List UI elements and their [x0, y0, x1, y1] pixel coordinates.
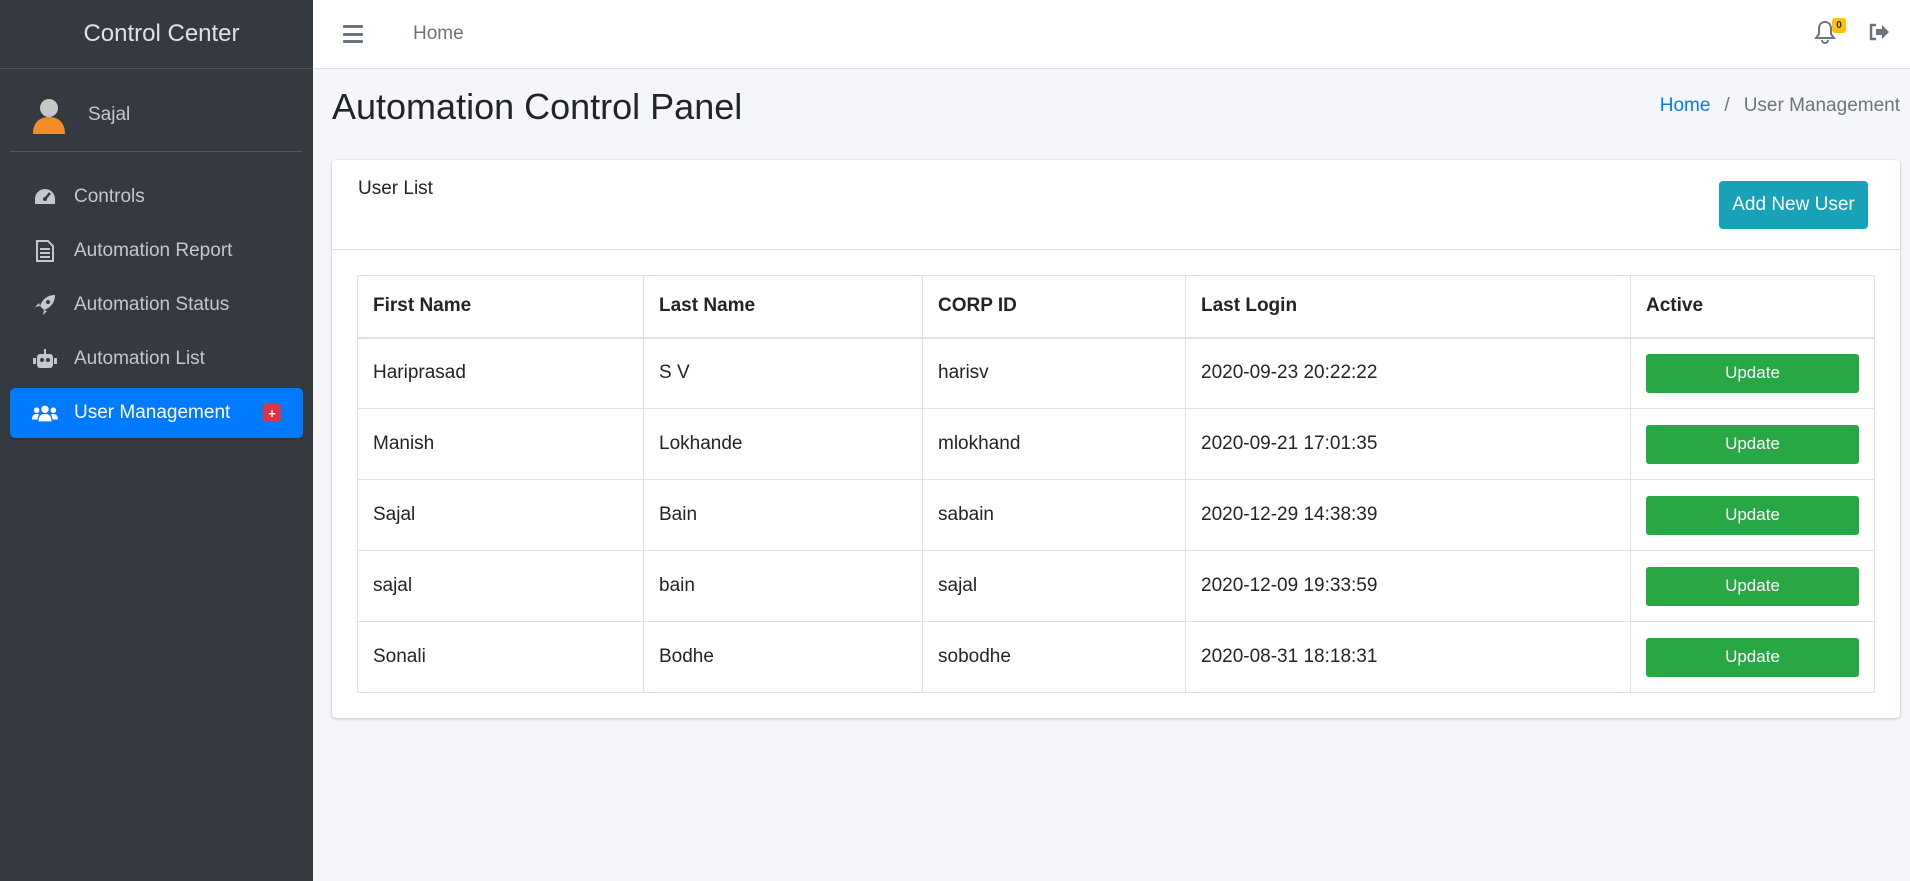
cell-corp-id: sabain	[922, 479, 1186, 551]
cell-active: Update	[1630, 479, 1875, 551]
card-title: User List	[358, 178, 433, 199]
users-icon	[32, 401, 58, 425]
tachometer-icon	[32, 185, 58, 209]
table-header-row: First Name Last Name CORP ID Last Login …	[357, 275, 1875, 339]
page-title: Automation Control Panel	[332, 86, 743, 127]
cell-corp-id: sobodhe	[922, 621, 1186, 693]
user-avatar-icon	[33, 98, 65, 134]
brand-text: Control Center	[83, 20, 240, 47]
table-row: Hariprasad S V harisv 2020-09-23 20:22:2…	[357, 337, 1875, 409]
update-button[interactable]: Update	[1646, 566, 1859, 606]
cell-last-login: 2020-09-21 17:01:35	[1185, 408, 1631, 480]
user-table: First Name Last Name CORP ID Last Login …	[357, 275, 1875, 693]
cell-active: Update	[1630, 337, 1875, 409]
top-navbar: Home 0	[313, 0, 1910, 69]
cell-first-name: Hariprasad	[357, 337, 644, 409]
cell-first-name: sajal	[357, 550, 644, 622]
cell-active: Update	[1630, 621, 1875, 693]
sidebar-item-label: User Management	[74, 402, 231, 423]
sidebar-item-label: Controls	[74, 186, 145, 207]
cell-last-name: bain	[643, 550, 923, 622]
cell-active: Update	[1630, 550, 1875, 622]
update-button[interactable]: Update	[1646, 353, 1859, 393]
cell-last-name: Bain	[643, 479, 923, 551]
cell-last-name: Bodhe	[643, 621, 923, 693]
column-header-first-name: First Name	[357, 275, 644, 339]
sidebar-item-label: Automation Status	[74, 294, 230, 315]
column-header-last-login: Last Login	[1185, 275, 1631, 339]
notification-count-badge: 0	[1832, 18, 1846, 33]
user-panel[interactable]: Sajal	[10, 78, 302, 152]
breadcrumb: Home / User Management	[1660, 95, 1900, 117]
cell-first-name: Manish	[357, 408, 644, 480]
cell-last-login: 2020-08-31 18:18:31	[1185, 621, 1631, 693]
rocket-icon	[32, 293, 58, 317]
cell-last-login: 2020-12-29 14:38:39	[1185, 479, 1631, 551]
update-button[interactable]: Update	[1646, 637, 1859, 677]
cell-corp-id: sajal	[922, 550, 1186, 622]
sidebar-item-user-management[interactable]: User Management +	[10, 388, 303, 438]
brand-link[interactable]: Control Center	[0, 0, 313, 69]
new-badge: +	[263, 404, 281, 422]
breadcrumb-home-link[interactable]: Home	[1660, 95, 1711, 117]
update-button[interactable]: Update	[1646, 495, 1859, 535]
logout-button[interactable]	[1868, 22, 1892, 46]
sidebar-nav: Controls Automation Report Automation St…	[10, 172, 303, 442]
sidebar-item-automation-status[interactable]: Automation Status	[10, 280, 303, 330]
sidebar-item-automation-list[interactable]: Automation List	[10, 334, 303, 384]
sidebar-item-controls[interactable]: Controls	[10, 172, 303, 222]
cell-active: Update	[1630, 408, 1875, 480]
column-header-active: Active	[1630, 275, 1875, 339]
cell-last-login: 2020-09-23 20:22:22	[1185, 337, 1631, 409]
sign-out-icon	[1869, 23, 1889, 41]
column-header-corp-id: CORP ID	[922, 275, 1186, 339]
cell-first-name: Sonali	[357, 621, 644, 693]
navbar-home-link[interactable]: Home	[413, 23, 464, 45]
user-name: Sajal	[88, 103, 131, 125]
sidebar-item-label: Automation List	[74, 348, 205, 369]
cell-last-login: 2020-12-09 19:33:59	[1185, 550, 1631, 622]
breadcrumb-current: User Management	[1743, 95, 1900, 116]
update-button[interactable]: Update	[1646, 424, 1859, 464]
card-header: User List Add New User	[332, 160, 1900, 250]
sidebar-item-label: Automation Report	[74, 240, 233, 261]
table-row: Sonali Bodhe sobodhe 2020-08-31 18:18:31…	[357, 621, 1875, 693]
file-icon	[32, 239, 58, 263]
notifications-button[interactable]: 0	[1814, 18, 1846, 48]
table-row: Manish Lokhande mlokhand 2020-09-21 17:0…	[357, 408, 1875, 480]
add-new-user-button[interactable]: Add New User	[1719, 181, 1868, 229]
robot-icon	[32, 347, 58, 371]
cell-last-name: S V	[643, 337, 923, 409]
sidebar-item-automation-report[interactable]: Automation Report	[10, 226, 303, 276]
table-row: sajal bain sajal 2020-12-09 19:33:59 Upd…	[357, 550, 1875, 622]
table-row: Sajal Bain sabain 2020-12-29 14:38:39 Up…	[357, 479, 1875, 551]
sidebar: Control Center Sajal Controls Automation…	[0, 0, 313, 881]
user-list-card: User List Add New User First Name Last N…	[332, 160, 1900, 718]
card-body: First Name Last Name CORP ID Last Login …	[332, 250, 1900, 718]
cell-corp-id: harisv	[922, 337, 1186, 409]
cell-first-name: Sajal	[357, 479, 644, 551]
cell-corp-id: mlokhand	[922, 408, 1186, 480]
menu-toggle-icon[interactable]	[343, 25, 363, 43]
breadcrumb-separator: /	[1724, 95, 1730, 116]
cell-last-name: Lokhande	[643, 408, 923, 480]
column-header-last-name: Last Name	[643, 275, 923, 339]
